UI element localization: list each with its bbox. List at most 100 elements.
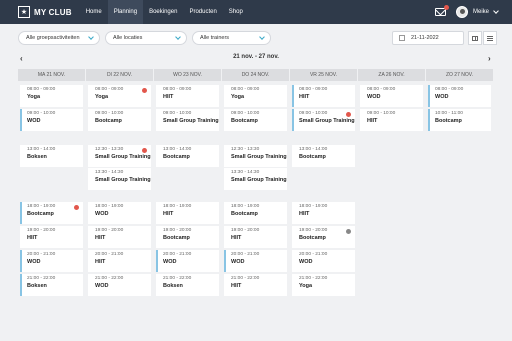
event-card[interactable]: 19:00 - 20:00 HIIT bbox=[224, 226, 287, 248]
event-card[interactable]: 12:30 - 13:30 Small Group Training bbox=[224, 145, 287, 167]
event-card[interactable]: 18:00 - 19:00 HIIT bbox=[156, 202, 219, 224]
event-card[interactable]: 08:00 - 09:00 WOD bbox=[360, 85, 423, 107]
event-card[interactable]: 18:00 - 19:00 Bootcamp bbox=[224, 202, 287, 224]
nav-planning[interactable]: Planning bbox=[107, 0, 144, 24]
status-dot-icon bbox=[346, 229, 351, 234]
event-card[interactable]: 08:00 - 09:00 Yoga bbox=[20, 85, 83, 107]
day-header: DO 24 NOV. bbox=[222, 69, 289, 81]
grid-icon bbox=[472, 35, 478, 41]
event-title: Yoga bbox=[27, 94, 41, 100]
event-title: Boksen bbox=[27, 283, 47, 289]
event-card[interactable]: 19:00 - 20:00 HIIT bbox=[20, 226, 83, 248]
day-header: DI 22 NOV. bbox=[86, 69, 153, 81]
event-title: Bootcamp bbox=[231, 211, 258, 217]
prev-week-arrow-icon[interactable]: ‹ bbox=[20, 54, 23, 63]
event-card[interactable]: 09:00 - 10:00 Small Group Training bbox=[156, 109, 219, 131]
event-card[interactable]: 20:00 - 21:00 WOD bbox=[20, 250, 83, 272]
event-card[interactable]: 13:00 - 14:00 Boksen bbox=[20, 145, 83, 167]
event-card[interactable]: 21:00 - 22:00 Boksen bbox=[156, 274, 219, 296]
chevron-down-icon[interactable] bbox=[493, 8, 499, 14]
next-week-arrow-icon[interactable]: › bbox=[488, 54, 491, 63]
filter-locations[interactable]: Alle locaties bbox=[105, 31, 187, 45]
list-view-button[interactable] bbox=[483, 31, 497, 45]
event-card[interactable]: 13:00 - 14:00 Bootcamp bbox=[292, 145, 355, 167]
alert-dot-icon bbox=[346, 112, 351, 117]
nav-home[interactable]: Home bbox=[80, 0, 108, 24]
calendar-icon bbox=[399, 35, 405, 41]
event-card[interactable]: 08:00 - 09:00 HIIT bbox=[292, 85, 355, 107]
event-title: WOD bbox=[367, 94, 381, 100]
week-label: 21 nov. - 27 nov. bbox=[233, 54, 279, 60]
event-card[interactable]: 10:00 - 11:00 Bootcamp bbox=[428, 109, 491, 131]
event-card[interactable]: 08:00 - 09:00 WOD bbox=[428, 85, 491, 107]
event-title: HIIT bbox=[27, 235, 38, 241]
chevron-down-icon bbox=[88, 34, 94, 40]
mail-icon[interactable] bbox=[434, 5, 449, 16]
event-card[interactable]: 09:00 - 10:00 Bootcamp bbox=[224, 109, 287, 131]
filter-trainers-label: Alle trainers bbox=[200, 35, 230, 41]
event-card[interactable]: 09:00 - 10:00 WOD bbox=[20, 109, 83, 131]
event-title: HIIT bbox=[95, 235, 106, 241]
event-title: HIIT bbox=[367, 118, 378, 124]
event-card[interactable]: 08:00 - 09:00 Yoga bbox=[88, 85, 151, 107]
grid-view-button[interactable] bbox=[468, 31, 482, 45]
event-card[interactable]: 08:00 - 09:00 Yoga bbox=[224, 85, 287, 107]
event-card[interactable]: 09:00 - 10:00 Small Group Training bbox=[292, 109, 355, 131]
event-card[interactable]: 21:00 - 22:00 WOD bbox=[88, 274, 151, 296]
nav-shop[interactable]: Shop bbox=[223, 0, 249, 24]
day-header: MA 21 NOV. bbox=[18, 69, 85, 81]
event-title: Small Group Training bbox=[299, 118, 355, 124]
event-title: WOD bbox=[299, 259, 313, 265]
event-title: WOD bbox=[231, 259, 245, 265]
chevron-down-icon bbox=[259, 34, 265, 40]
event-card[interactable]: 08:00 - 09:00 HIIT bbox=[156, 85, 219, 107]
event-title: Small Group Training bbox=[95, 154, 151, 160]
event-title: HIIT bbox=[231, 283, 242, 289]
event-card[interactable]: 12:30 - 13:30 Small Group Training bbox=[88, 145, 151, 167]
event-card[interactable]: 20:00 - 21:00 WOD bbox=[224, 250, 287, 272]
event-card[interactable]: 09:00 - 10:00 Bootcamp bbox=[88, 109, 151, 131]
event-card[interactable]: 09:00 - 10:00 HIIT bbox=[360, 109, 423, 131]
event-card[interactable]: 19:00 - 20:00 Bootcamp bbox=[292, 226, 355, 248]
avatar[interactable] bbox=[455, 6, 468, 18]
event-title: HIIT bbox=[163, 94, 174, 100]
event-title: HIIT bbox=[299, 94, 310, 100]
event-title: Bootcamp bbox=[299, 235, 326, 241]
event-title: Yoga bbox=[299, 283, 313, 289]
event-title: Bootcamp bbox=[163, 154, 190, 160]
username[interactable]: Meike bbox=[473, 9, 489, 15]
nav-producten[interactable]: Producten bbox=[183, 0, 222, 24]
event-title: Bootcamp bbox=[299, 154, 326, 160]
event-card[interactable]: 21:00 - 22:00 Yoga bbox=[292, 274, 355, 296]
alert-dot-icon bbox=[142, 88, 147, 93]
event-card[interactable]: 13:00 - 14:00 Bootcamp bbox=[156, 145, 219, 167]
event-card[interactable]: 19:00 - 20:00 HIIT bbox=[88, 226, 151, 248]
alert-dot-icon bbox=[142, 148, 147, 153]
event-title: Bootcamp bbox=[95, 118, 122, 124]
event-title: WOD bbox=[435, 94, 449, 100]
event-card[interactable]: 21:00 - 22:00 Boksen bbox=[20, 274, 83, 296]
event-title: WOD bbox=[95, 211, 109, 217]
event-title: Bootcamp bbox=[231, 118, 258, 124]
event-card[interactable]: 20:00 - 21:00 WOD bbox=[292, 250, 355, 272]
event-card[interactable]: 13:30 - 14:30 Small Group Training bbox=[224, 168, 287, 190]
nav-boekingen[interactable]: Boekingen bbox=[143, 0, 183, 24]
event-card[interactable]: 19:00 - 20:00 Bootcamp bbox=[156, 226, 219, 248]
chevron-down-icon bbox=[175, 34, 181, 40]
event-title: Small Group Training bbox=[163, 118, 219, 124]
event-card[interactable]: 18:00 - 19:00 WOD bbox=[88, 202, 151, 224]
event-title: Small Group Training bbox=[231, 177, 287, 183]
event-title: Bootcamp bbox=[163, 235, 190, 241]
club-logo[interactable]: ★ MY CLUB bbox=[18, 6, 72, 18]
day-header: VR 25 NOV. bbox=[290, 69, 357, 81]
event-title: Small Group Training bbox=[95, 177, 151, 183]
event-card[interactable]: 21:00 - 22:00 HIIT bbox=[224, 274, 287, 296]
event-card[interactable]: 18:00 - 19:00 HIIT bbox=[292, 202, 355, 224]
event-card[interactable]: 13:30 - 14:30 Small Group Training bbox=[88, 168, 151, 190]
event-card[interactable]: 18:00 - 19:00 Bootcamp bbox=[20, 202, 83, 224]
filter-trainers[interactable]: Alle trainers bbox=[192, 31, 271, 45]
event-card[interactable]: 20:00 - 21:00 WOD bbox=[156, 250, 219, 272]
date-field[interactable]: 21-11-2022 bbox=[392, 31, 464, 45]
event-card[interactable]: 20:00 - 21:00 HIIT bbox=[88, 250, 151, 272]
filter-activities[interactable]: Alle groepsactiviteiten bbox=[18, 31, 100, 45]
